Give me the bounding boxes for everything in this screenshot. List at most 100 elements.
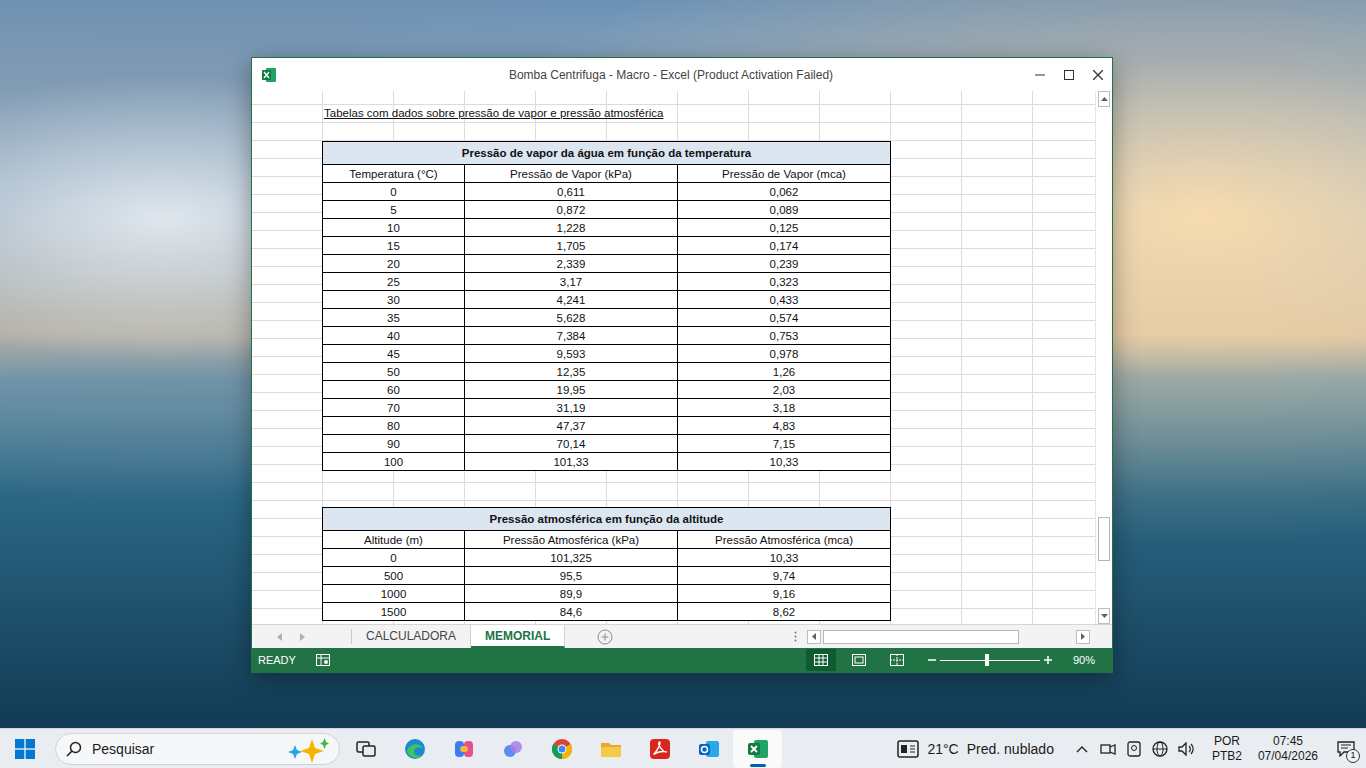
table-cell[interactable]: 0,978	[678, 345, 891, 363]
taskbar-app[interactable]	[733, 730, 782, 768]
column-header[interactable]: Pressão Atmosférica (mca)	[678, 531, 891, 549]
tray-camera[interactable]	[1124, 737, 1144, 761]
table-cell[interactable]: 19,95	[465, 381, 678, 399]
table-cell[interactable]: 101,325	[465, 549, 678, 567]
table-cell[interactable]: 0,433	[678, 291, 891, 309]
table-cell[interactable]: 1000	[323, 585, 465, 603]
column-header[interactable]: Altitude (m)	[323, 531, 465, 549]
table-cell[interactable]: 40	[323, 327, 465, 345]
table-cell[interactable]: 9,16	[678, 585, 891, 603]
taskbar-app[interactable]	[586, 730, 635, 768]
table-cell[interactable]: 0,574	[678, 309, 891, 327]
taskbar-app[interactable]	[684, 730, 733, 768]
tray-volume[interactable]	[1176, 737, 1196, 761]
table-title[interactable]: Pressão de vapor da água em função da te…	[323, 142, 891, 165]
search-box[interactable]: Pesquisar	[55, 733, 340, 765]
table-cell[interactable]: 0,125	[678, 219, 891, 237]
table-cell[interactable]: 4,241	[465, 291, 678, 309]
view-button[interactable]	[882, 649, 912, 671]
vertical-thumb[interactable]	[1098, 517, 1110, 561]
taskbar-app[interactable]	[635, 730, 684, 768]
tray-overflow[interactable]	[1072, 737, 1092, 761]
table-cell[interactable]: 30	[323, 291, 465, 309]
sheet-tab[interactable]: MEMORIAL	[471, 625, 565, 648]
zoom-thumb[interactable]	[985, 654, 989, 666]
table-cell[interactable]: 1,705	[465, 237, 678, 255]
tray-device[interactable]	[1098, 737, 1118, 761]
table-cell[interactable]: 15	[323, 237, 465, 255]
zoom-track[interactable]	[940, 654, 1040, 666]
sheet-tab[interactable]: CALCULADORA	[352, 625, 471, 648]
table-cell[interactable]: 0	[323, 183, 465, 201]
table-cell[interactable]: 25	[323, 273, 465, 291]
table-cell[interactable]: 31,19	[465, 399, 678, 417]
table-cell[interactable]: 9,593	[465, 345, 678, 363]
table-cell[interactable]: 10,33	[678, 453, 891, 471]
table-cell[interactable]: 60	[323, 381, 465, 399]
table-cell[interactable]: 0	[323, 549, 465, 567]
minimize-button[interactable]	[1025, 58, 1054, 91]
zoom-out-icon[interactable]	[928, 656, 936, 664]
add-sheet-button[interactable]	[565, 625, 613, 648]
taskbar-app[interactable]	[341, 730, 390, 768]
table-cell[interactable]: 35	[323, 309, 465, 327]
column-header[interactable]: Pressão de Vapor (kPa)	[465, 165, 678, 183]
view-button[interactable]	[844, 649, 874, 671]
column-header[interactable]: Pressão Atmosférica (kPa)	[465, 531, 678, 549]
next-sheet-icon[interactable]	[300, 633, 305, 641]
tray-network[interactable]	[1150, 737, 1170, 761]
table-cell[interactable]: 101,33	[465, 453, 678, 471]
table-cell[interactable]: 1500	[323, 603, 465, 621]
taskbar-app[interactable]	[537, 730, 586, 768]
table-cell[interactable]: 0,174	[678, 237, 891, 255]
table-cell[interactable]: 5,628	[465, 309, 678, 327]
table-cell[interactable]: 0,872	[465, 201, 678, 219]
zoom-level[interactable]: 90%	[1062, 654, 1106, 666]
close-button[interactable]	[1083, 58, 1112, 91]
weather-widget[interactable]: 21°CPred. nublado	[897, 740, 1071, 758]
column-header[interactable]: Pressão de Vapor (mca)	[678, 165, 891, 183]
table-cell[interactable]: 47,37	[465, 417, 678, 435]
prev-sheet-icon[interactable]	[277, 633, 282, 641]
table-cell[interactable]: 3,17	[465, 273, 678, 291]
table-cell[interactable]: 500	[323, 567, 465, 585]
clock[interactable]: 07:4507/04/2026	[1250, 734, 1326, 764]
table-cell[interactable]: 7,384	[465, 327, 678, 345]
splitter[interactable]	[794, 625, 807, 648]
table-cell[interactable]: 0,062	[678, 183, 891, 201]
view-button[interactable]	[806, 649, 836, 671]
taskbar-app[interactable]	[439, 730, 488, 768]
table-cell[interactable]: 7,15	[678, 435, 891, 453]
table-cell[interactable]: 10,33	[678, 549, 891, 567]
scroll-right-button[interactable]	[1076, 630, 1090, 644]
table-cell[interactable]: 20	[323, 255, 465, 273]
scroll-left-button[interactable]	[807, 630, 821, 644]
table-cell[interactable]: 100	[323, 453, 465, 471]
table-cell[interactable]: 8,62	[678, 603, 891, 621]
table-cell[interactable]: 80	[323, 417, 465, 435]
column-header[interactable]: Temperatura (°C)	[323, 165, 465, 183]
table-cell[interactable]: 45	[323, 345, 465, 363]
table-cell[interactable]: 10	[323, 219, 465, 237]
worksheet-grid[interactable]: Tabelas com dados sobre pressão de vapor…	[252, 91, 1095, 624]
table-cell[interactable]: 0,089	[678, 201, 891, 219]
table-cell[interactable]: 95,5	[465, 567, 678, 585]
table-cell[interactable]: 2,339	[465, 255, 678, 273]
table-cell[interactable]: 70	[323, 399, 465, 417]
table-cell[interactable]: 84,6	[465, 603, 678, 621]
start-button[interactable]	[0, 729, 50, 768]
table-cell[interactable]: 0,323	[678, 273, 891, 291]
table-cell[interactable]: 0,611	[465, 183, 678, 201]
table-cell[interactable]: 70,14	[465, 435, 678, 453]
zoom-in-icon[interactable]	[1044, 656, 1052, 664]
scroll-down-button[interactable]	[1098, 608, 1110, 624]
horizontal-thumb[interactable]	[823, 630, 1019, 644]
language-indicator[interactable]: PORPTB2	[1204, 734, 1250, 764]
table-cell[interactable]: 89,9	[465, 585, 678, 603]
table-cell[interactable]: 0,753	[678, 327, 891, 345]
table-cell[interactable]: 1,26	[678, 363, 891, 381]
table-cell[interactable]: 50	[323, 363, 465, 381]
taskbar-app[interactable]	[488, 730, 537, 768]
table-cell[interactable]: 4,83	[678, 417, 891, 435]
notification-button[interactable]: 1	[1326, 734, 1366, 764]
